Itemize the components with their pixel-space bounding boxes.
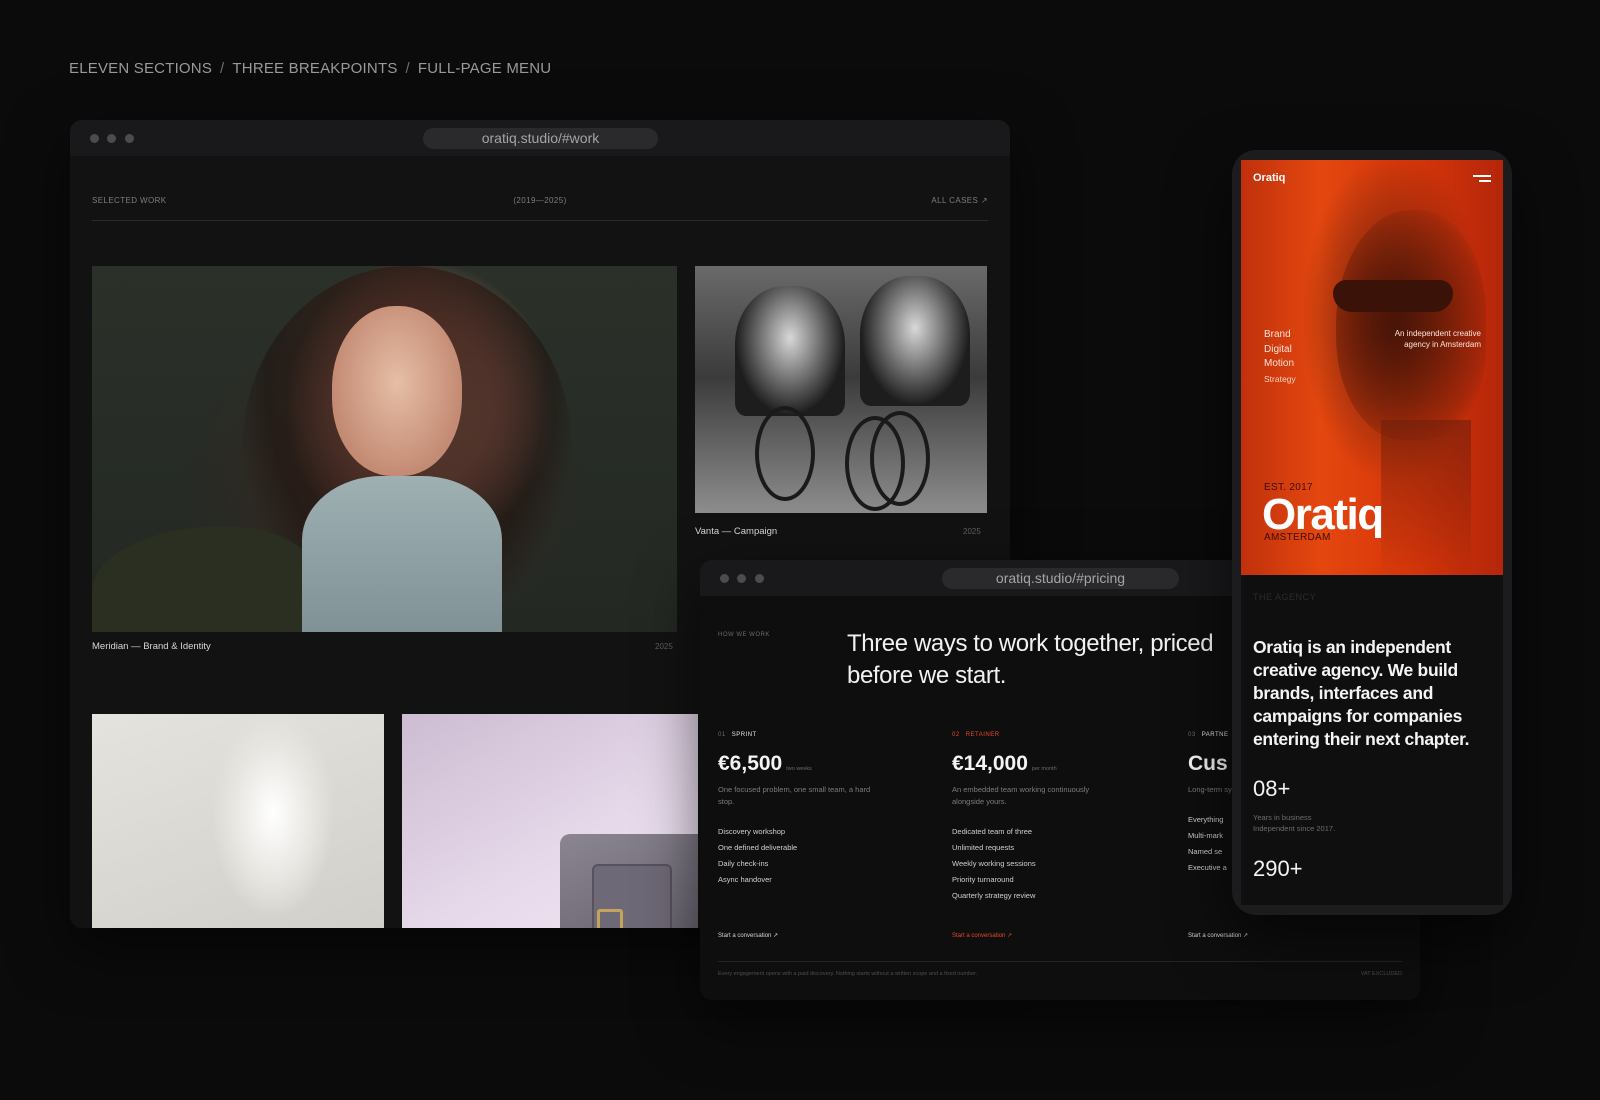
price-value: Cus [1188, 752, 1228, 775]
mobile-screen: Oratiq Brand Digital Motion Strategy An … [1241, 160, 1503, 905]
brand-logo[interactable]: Oratiq [1253, 172, 1285, 184]
caption-breakpoints: THREE BREAKPOINTS [232, 60, 398, 77]
bike-wheel [870, 411, 930, 506]
feature-item: Weekly working sessions [952, 859, 1036, 868]
cyclist-figure [735, 286, 845, 416]
stat-label-line: Years in business [1253, 813, 1312, 822]
case-year: 2025 [963, 527, 981, 536]
caption-separator: / [220, 60, 225, 77]
plan-tag: 02 RETAINER [952, 732, 1152, 738]
section-label: THE AGENCY [1253, 592, 1317, 602]
portrait-legs [92, 526, 312, 632]
window-minimize-dot[interactable] [737, 574, 746, 583]
case-title[interactable]: Vanta — Campaign [695, 526, 777, 537]
plan-description: One focused problem, one small team, a h… [718, 785, 871, 806]
stat-years-value: 08+ [1253, 776, 1291, 801]
feature-item: Discovery workshop [718, 827, 786, 836]
bag-buckle [597, 909, 623, 928]
section-eyebrow: HOW WE WORK [718, 632, 770, 638]
feature-item: Priority turnaround [952, 875, 1014, 884]
stat-years-label: Years in business Independent since 2017… [1253, 812, 1335, 834]
plan-sprint: 01 SPRINT €6,500 two weeks One focused pro… [718, 732, 918, 939]
plan-name: SPRINT [731, 732, 757, 738]
plan-number: 01 [718, 732, 726, 738]
mobile-device: Oratiq Brand Digital Motion Strategy An … [1232, 150, 1512, 915]
price-value: €6,500 [718, 752, 783, 775]
divider [92, 220, 988, 221]
feature-list: Discovery workshop One defined deliverab… [718, 824, 918, 888]
address-bar[interactable]: oratiq.studio/#pricing [942, 568, 1179, 589]
feature-item: Unlimited requests [952, 843, 1015, 852]
window-maximize-dot[interactable] [125, 134, 134, 143]
all-cases-link[interactable]: ALL CASES ↗ [931, 196, 988, 205]
service-item: Strategy [1264, 373, 1296, 384]
plan-tag: 01 SPRINT [718, 732, 918, 738]
start-conversation-link[interactable]: Start a conversation ↗ [1188, 932, 1248, 939]
case-image-meridian[interactable] [92, 266, 677, 632]
footer-note: Every engagement opens with a paid disco… [718, 971, 978, 977]
feature-item: Dedicated team of three [952, 827, 1033, 836]
hero-sunglasses [1333, 280, 1453, 312]
caption-menu: FULL-PAGE MENU [417, 60, 552, 77]
services-list: Brand Digital Motion Strategy [1264, 328, 1296, 386]
hero-image: Oratiq Brand Digital Motion Strategy An … [1241, 160, 1503, 575]
plan-price: €14,000 per month [952, 752, 1152, 776]
feature-item: Quarterly strategy review [952, 891, 1036, 900]
case-image-fabric[interactable] [92, 714, 384, 928]
service-item: Digital [1264, 343, 1292, 355]
page-caption: ELEVEN SECTIONS / THREE BREAKPOINTS / FULL-P… [69, 60, 551, 77]
cyclist-figure [860, 276, 970, 406]
plan-retainer: 02 RETAINER €14,000 per month An embedded … [952, 732, 1152, 939]
stat-projects-value: 290+ [1253, 856, 1303, 881]
bike-wheel [755, 406, 815, 501]
window-close-dot[interactable] [720, 574, 729, 583]
plan-description: An embedded team working continuously al… [952, 785, 1090, 806]
feature-list: Dedicated team of three Unlimited reques… [952, 824, 1152, 904]
browser-chrome: oratiq.studio/#work [70, 120, 1010, 156]
hero-head [1336, 210, 1486, 440]
window-maximize-dot[interactable] [755, 574, 764, 583]
case-image-vanta[interactable] [695, 266, 987, 513]
about-text: Oratiq is an independent creative agency… [1253, 637, 1470, 749]
plan-name: PARTNE [1201, 732, 1229, 738]
work-header: SELECTED WORK (2019—2025) ALL CASES ↗ [92, 196, 988, 214]
address-bar[interactable]: oratiq.studio/#work [423, 128, 658, 149]
pricing-footer: Every engagement opens with a paid disco… [718, 971, 1402, 977]
price-period: per month [1031, 766, 1057, 772]
case-image-bag[interactable] [402, 714, 698, 928]
feature-item: Daily check-ins [718, 859, 769, 868]
portrait-top [302, 476, 502, 632]
hero-neck [1381, 420, 1471, 575]
caption-separator: / [405, 60, 410, 77]
portrait-face [332, 306, 462, 476]
start-conversation-link[interactable]: Start a conversation ↗ [952, 932, 1012, 939]
plan-price: €6,500 two weeks [718, 752, 918, 776]
menu-icon[interactable] [1473, 175, 1491, 183]
feature-item: One defined deliverable [718, 843, 798, 852]
window-close-dot[interactable] [90, 134, 99, 143]
price-value: €14,000 [952, 752, 1028, 775]
vat-note: VAT EXCLUDED [1360, 971, 1402, 977]
plan-name: RETAINER [965, 732, 1000, 738]
plan-number: 03 [1188, 732, 1196, 738]
caption-sections: ELEVEN SECTIONS [69, 60, 213, 77]
year-range: (2019—2025) [513, 196, 567, 205]
menu-line [1473, 175, 1491, 177]
divider [718, 961, 1402, 962]
plan-number: 02 [952, 732, 960, 738]
start-conversation-link[interactable]: Start a conversation ↗ [718, 932, 778, 939]
menu-line [1479, 180, 1491, 182]
case-title[interactable]: Meridian — Brand & Identity [92, 641, 211, 652]
price-period: two weeks [786, 766, 812, 772]
hero-city: AMSTERDAM [1264, 532, 1331, 543]
feature-item: Async handover [718, 875, 772, 884]
stat-label-line: Independent since 2017. [1253, 824, 1336, 833]
case-year: 2025 [655, 642, 673, 651]
pricing-headline: Three ways to work together, priced befo… [847, 630, 1214, 689]
service-item: Motion [1264, 358, 1295, 369]
window-minimize-dot[interactable] [107, 134, 116, 143]
service-item: Brand [1264, 329, 1291, 340]
hero-tagline: An independent creative agency in Amster… [1394, 329, 1481, 349]
